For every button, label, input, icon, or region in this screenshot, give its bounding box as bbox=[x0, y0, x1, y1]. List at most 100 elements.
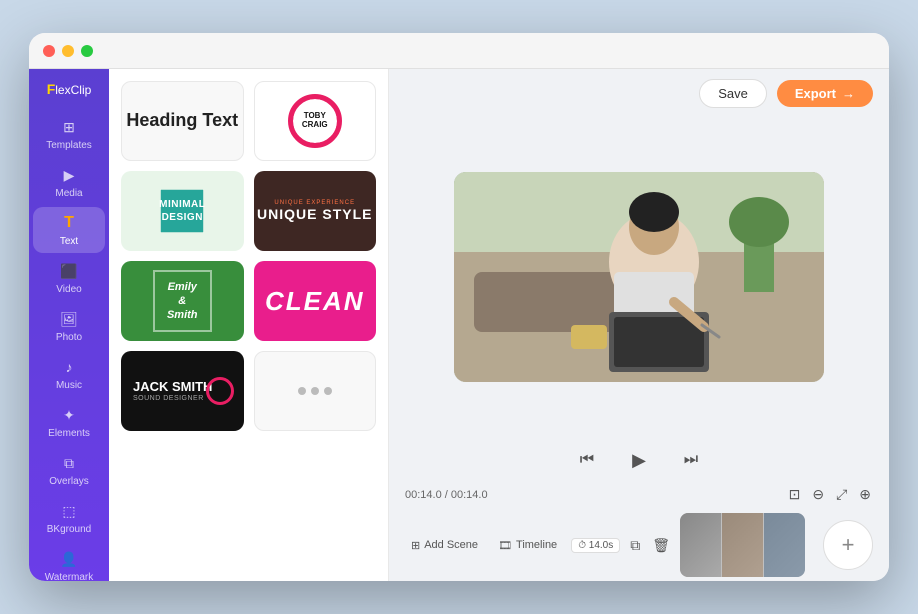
add-scene-icon: ⊞ bbox=[411, 539, 420, 552]
fit-view-button[interactable]: ⊡ bbox=[787, 484, 803, 505]
sidebar-item-photo[interactable]: 🖼 Photo bbox=[33, 303, 105, 349]
text-panel: Heading Text TOBY CRAIG bbox=[109, 69, 389, 581]
bottom-bar: 00:14.0 / 00:14.0 ⊡ ⊖ ⤢ ⊕ bbox=[389, 480, 889, 509]
sidebar-item-label: Overlays bbox=[49, 476, 88, 487]
add-clip-button[interactable]: + bbox=[823, 520, 873, 570]
copy-clip-button[interactable]: ⧉ bbox=[628, 535, 642, 556]
delete-clip-button[interactable]: 🗑 bbox=[650, 535, 672, 556]
save-button[interactable]: Save bbox=[699, 79, 767, 108]
maximize-button[interactable] bbox=[81, 45, 93, 57]
export-button[interactable]: Export → bbox=[777, 80, 873, 107]
zoom-out-button[interactable]: ⊖ bbox=[810, 484, 826, 505]
media-icon: ▶ bbox=[59, 165, 79, 185]
minimal-text: MINIMAL DESIGN bbox=[159, 198, 205, 224]
duration-display: ⏱ 14.0s bbox=[571, 538, 620, 553]
text-card-heading[interactable]: Heading Text bbox=[121, 81, 244, 161]
preview-area bbox=[389, 118, 889, 436]
sidebar-item-elements[interactable]: ✦ Elements bbox=[33, 399, 105, 445]
player-controls: ⏮ ▶ ⏭ bbox=[389, 436, 889, 480]
logo-text: FlexClip bbox=[47, 81, 92, 97]
emily-border: Emily & Smith bbox=[153, 270, 212, 333]
add-clip-icon: + bbox=[842, 532, 855, 558]
sidebar-item-label: Text bbox=[60, 236, 78, 247]
text-card-toby[interactable]: TOBY CRAIG bbox=[254, 81, 377, 161]
close-button[interactable] bbox=[43, 45, 55, 57]
logo: FlexClip bbox=[39, 81, 100, 97]
toby-ring: TOBY CRAIG bbox=[288, 94, 342, 148]
skip-back-button[interactable]: ⏮ bbox=[571, 444, 603, 476]
music-icon: ♪ bbox=[59, 357, 79, 377]
text-card-emily[interactable]: Emily & Smith bbox=[121, 261, 244, 341]
sidebar-item-music[interactable]: ♪ Music bbox=[33, 351, 105, 397]
toby-inner: TOBY CRAIG bbox=[288, 94, 342, 148]
clip-thumb-2 bbox=[722, 513, 763, 577]
sidebar-item-label: Photo bbox=[56, 332, 82, 343]
unique-inner: UNIQUE EXPERIENCE UNIQUE STYLE bbox=[257, 200, 372, 222]
duration-value: 14.0s bbox=[589, 540, 613, 551]
templates-icon: ⊞ bbox=[59, 117, 79, 137]
watermark-icon: 👤 bbox=[59, 549, 79, 569]
sidebar-item-overlays[interactable]: ⧉ Overlays bbox=[33, 447, 105, 493]
clip-thumb-1 bbox=[680, 513, 721, 577]
jack-name: JACK SMITH bbox=[133, 380, 212, 394]
dot-3 bbox=[324, 387, 332, 395]
timeline-button[interactable]: 🎞 Timeline bbox=[492, 537, 563, 554]
timeline-icon: 🎞 bbox=[498, 539, 512, 552]
video-icon: ⬛ bbox=[59, 261, 79, 281]
sidebar-item-label: Media bbox=[55, 188, 82, 199]
skip-forward-button[interactable]: ⏭ bbox=[675, 444, 707, 476]
zoom-reset-button[interactable]: ⤢ bbox=[834, 484, 849, 505]
track-clip bbox=[680, 513, 805, 577]
app-body: FlexClip ⊞ Templates ▶ Media T Text ⬛ Vi… bbox=[29, 69, 889, 581]
clip-thumb-3 bbox=[764, 513, 805, 577]
jack-circle bbox=[206, 377, 234, 405]
sidebar-item-label: Templates bbox=[46, 140, 92, 151]
sidebar-item-text[interactable]: T Text bbox=[33, 207, 105, 253]
view-controls: ⊡ ⊖ ⤢ ⊕ bbox=[787, 484, 873, 505]
text-card-clean[interactable]: CLEAN bbox=[254, 261, 377, 341]
right-panel: Save Export → bbox=[389, 69, 889, 581]
sidebar-item-templates[interactable]: ⊞ Templates bbox=[33, 111, 105, 157]
sidebar-item-label: Watermark bbox=[45, 572, 94, 581]
text-card-more[interactable] bbox=[254, 351, 377, 431]
preview-svg bbox=[454, 172, 824, 382]
video-preview bbox=[454, 172, 824, 382]
toby-name-line2: CRAIG bbox=[302, 121, 328, 130]
add-scene-label: Add Scene bbox=[424, 539, 478, 551]
text-card-jack[interactable]: JACK SMITH SOUND DESIGNER bbox=[121, 351, 244, 431]
sidebar: FlexClip ⊞ Templates ▶ Media T Text ⬛ Vi… bbox=[29, 69, 109, 581]
timeline-track[interactable] bbox=[680, 513, 805, 577]
sidebar-item-label: Music bbox=[56, 380, 82, 391]
timeline-row: ⊞ Add Scene 🎞 Timeline ⏱ 14.0s ⧉ 🗑 bbox=[389, 509, 889, 581]
main-content: Heading Text TOBY CRAIG bbox=[109, 69, 889, 581]
sidebar-item-bkground[interactable]: ⬚ BKground bbox=[33, 495, 105, 541]
top-bar: Save Export → bbox=[389, 69, 889, 118]
clock-icon: ⏱ bbox=[578, 540, 586, 551]
zoom-in-button[interactable]: ⊕ bbox=[857, 484, 873, 505]
time-display: 00:14.0 / 00:14.0 bbox=[405, 489, 488, 501]
toby-name-line1: TOBY bbox=[302, 112, 328, 121]
app-window: FlexClip ⊞ Templates ▶ Media T Text ⬛ Vi… bbox=[29, 33, 889, 581]
heading-text: Heading Text bbox=[126, 110, 238, 132]
text-card-minimal[interactable]: MINIMAL DESIGN bbox=[121, 171, 244, 251]
sidebar-item-watermark[interactable]: 👤 Watermark bbox=[33, 543, 105, 581]
title-bar bbox=[29, 33, 889, 69]
emily-text: Emily & Smith bbox=[167, 280, 198, 323]
sidebar-item-video[interactable]: ⬛ Video bbox=[33, 255, 105, 301]
export-label: Export bbox=[795, 86, 836, 101]
sidebar-item-label: Video bbox=[56, 284, 81, 295]
play-button[interactable]: ▶ bbox=[623, 444, 655, 476]
text-card-unique[interactable]: UNIQUE EXPERIENCE UNIQUE STYLE bbox=[254, 171, 377, 251]
minimize-button[interactable] bbox=[62, 45, 74, 57]
sidebar-item-label: Elements bbox=[48, 428, 90, 439]
unique-style-text: UNIQUE STYLE bbox=[257, 206, 372, 222]
elements-icon: ✦ bbox=[59, 405, 79, 425]
jack-subtitle: SOUND DESIGNER bbox=[133, 395, 204, 402]
text-icon: T bbox=[59, 213, 79, 233]
add-scene-button[interactable]: ⊞ Add Scene bbox=[405, 537, 484, 554]
dot-1 bbox=[298, 387, 306, 395]
timeline-label: Timeline bbox=[516, 539, 557, 551]
sidebar-item-media[interactable]: ▶ Media bbox=[33, 159, 105, 205]
photo-icon: 🖼 bbox=[59, 309, 79, 329]
sidebar-item-label: BKground bbox=[47, 524, 91, 535]
